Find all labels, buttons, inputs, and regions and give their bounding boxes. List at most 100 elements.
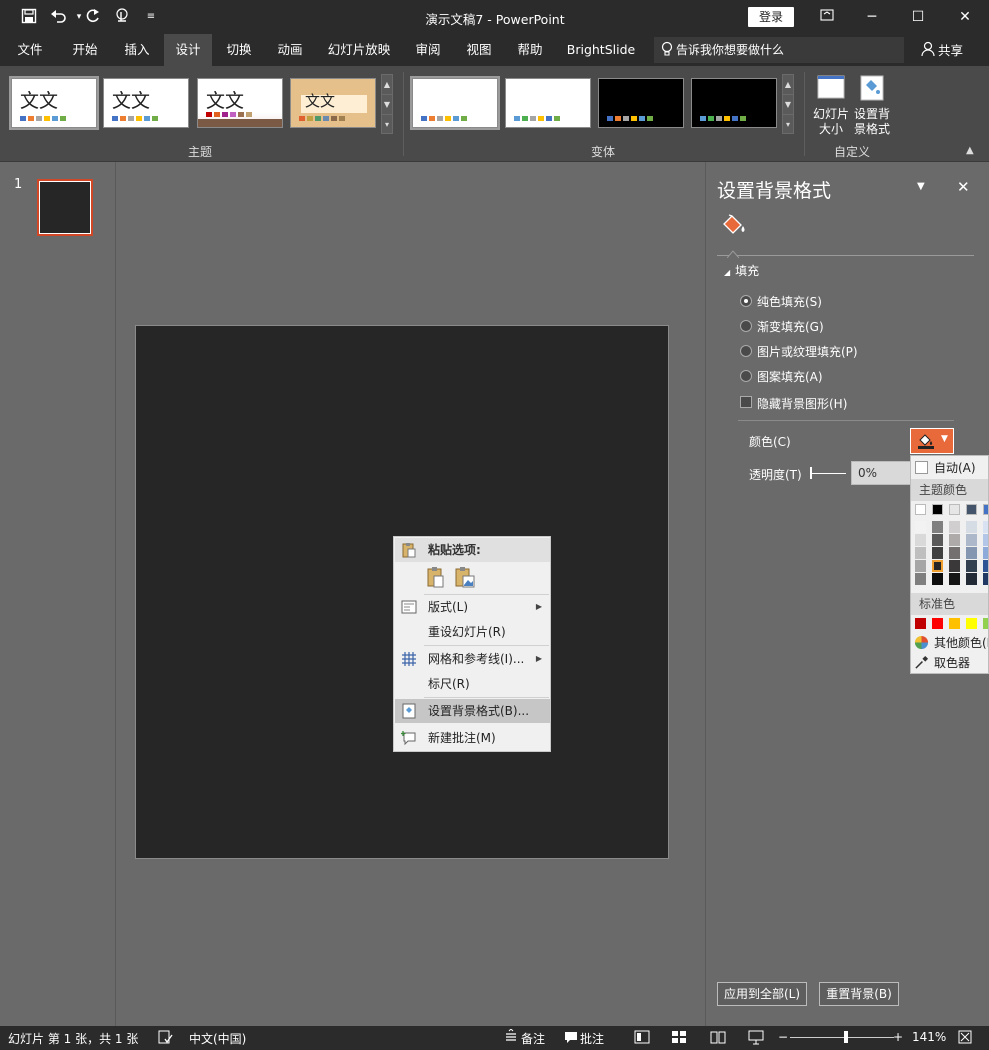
menu-item-grid-guides[interactable]: 网格和参考线(I)... ▶ — [395, 647, 550, 671]
share-button[interactable]: 共享 — [938, 40, 963, 59]
reading-view-icon[interactable] — [710, 1029, 726, 1045]
zoom-out-button[interactable]: − — [778, 1030, 788, 1044]
paste-as-picture-icon[interactable] — [454, 566, 476, 588]
standard-color-swatch[interactable] — [949, 618, 960, 629]
theme-shade-swatch[interactable] — [915, 521, 926, 533]
transparency-slider-track[interactable] — [812, 473, 846, 474]
slide-sorter-view-icon[interactable] — [671, 1029, 687, 1045]
theme-shade-swatch[interactable] — [915, 573, 926, 585]
paste-keep-source-icon[interactable] — [426, 566, 446, 588]
themes-gallery-scroll[interactable]: ▲ ▼ ▾ — [381, 74, 393, 134]
theme-shade-swatch[interactable] — [966, 521, 977, 533]
theme-office[interactable]: 文文 — [9, 76, 99, 130]
eyedropper-option[interactable]: 取色器 — [911, 653, 988, 673]
customize-toolbar-icon[interactable]: ≡ — [142, 8, 160, 26]
theme-shade-swatch[interactable] — [983, 521, 988, 533]
variant-2[interactable] — [505, 78, 591, 128]
radio-solid-fill[interactable] — [740, 295, 752, 307]
theme-shade-swatch[interactable] — [949, 534, 960, 546]
theme-shade-swatch[interactable] — [932, 560, 943, 572]
close-window-icon[interactable]: ✕ — [953, 6, 977, 28]
theme-shade-swatch[interactable] — [915, 560, 926, 572]
radio-picture-fill[interactable] — [740, 345, 752, 357]
ribbon-display-icon[interactable] — [815, 6, 839, 28]
theme-wood[interactable]: 文文 — [290, 78, 376, 128]
save-icon[interactable] — [20, 8, 38, 26]
theme-color-swatch[interactable] — [983, 504, 988, 515]
theme-shade-swatch[interactable] — [983, 560, 988, 572]
menu-item-reset-slide[interactable]: 重设幻灯片(R) — [395, 620, 550, 644]
more-colors-option[interactable]: 其他颜色(M)... — [911, 633, 988, 653]
slide-thumbnail[interactable] — [37, 179, 93, 236]
gallery-up-icon[interactable]: ▲ — [783, 75, 793, 95]
theme-mesh[interactable]: 文文 — [197, 78, 283, 128]
login-button[interactable]: 登录 — [748, 7, 794, 27]
menu-item-format-background[interactable]: 设置背景格式(B)... — [395, 699, 550, 723]
tab-animations[interactable]: 动画 — [267, 34, 313, 66]
pane-options-icon[interactable]: ▼ — [917, 181, 925, 192]
tell-me-search[interactable]: 告诉我你想要做什么 — [654, 37, 904, 63]
slide-size-button[interactable]: 幻灯片大小 — [811, 72, 851, 138]
tab-brightslide[interactable]: BrightSlide — [562, 34, 640, 66]
pane-close-icon[interactable]: ✕ — [957, 178, 970, 196]
menu-item-layout[interactable]: 版式(L) ▶ — [395, 595, 550, 619]
language-status[interactable]: 中文(中国) — [189, 1030, 246, 1047]
tab-slideshow[interactable]: 幻灯片放映 — [322, 34, 396, 66]
standard-color-swatch[interactable] — [932, 618, 943, 629]
gallery-down-icon[interactable]: ▼ — [783, 95, 793, 115]
fit-to-window-icon[interactable] — [957, 1029, 973, 1045]
tab-design[interactable]: 设计 — [164, 34, 212, 66]
theme-shade-swatch[interactable] — [932, 573, 943, 585]
variants-gallery-scroll[interactable]: ▲ ▼ ▾ — [782, 74, 794, 134]
apply-to-all-button[interactable]: 应用到全部(L) — [717, 982, 807, 1006]
zoom-slider-track[interactable] — [790, 1037, 894, 1038]
gallery-down-icon[interactable]: ▼ — [382, 95, 392, 115]
automatic-color-option[interactable]: 自动(A) — [911, 458, 988, 478]
fill-paint-bucket-icon[interactable] — [720, 212, 748, 238]
transparency-input[interactable]: 0% — [851, 461, 911, 485]
gallery-more-icon[interactable]: ▾ — [783, 115, 793, 135]
fill-color-button[interactable]: ▼ — [910, 428, 954, 454]
theme-shade-swatch[interactable] — [966, 534, 977, 546]
variant-3[interactable] — [598, 78, 684, 128]
spellcheck-icon[interactable] — [157, 1029, 173, 1045]
radio-pattern-fill[interactable] — [740, 370, 752, 382]
theme-shade-swatch[interactable] — [915, 534, 926, 546]
theme-shade-swatch[interactable] — [966, 560, 977, 572]
tab-help[interactable]: 帮助 — [507, 34, 553, 66]
notes-button[interactable]: 备注 — [521, 1030, 545, 1047]
theme-color-swatch[interactable] — [949, 504, 960, 515]
undo-icon[interactable] — [50, 8, 68, 26]
gallery-up-icon[interactable]: ▲ — [382, 75, 392, 95]
standard-color-swatch[interactable] — [983, 618, 988, 629]
variant-4[interactable] — [691, 78, 777, 128]
theme-shade-swatch[interactable] — [949, 560, 960, 572]
transparency-slider-thumb[interactable] — [810, 467, 812, 479]
variant-1[interactable] — [410, 76, 500, 130]
theme-shade-swatch[interactable] — [932, 534, 943, 546]
tab-view[interactable]: 视图 — [456, 34, 502, 66]
maximize-icon[interactable]: ☐ — [906, 6, 930, 28]
theme-shade-swatch[interactable] — [949, 573, 960, 585]
tab-transitions[interactable]: 切换 — [216, 34, 262, 66]
zoom-in-button[interactable]: + — [893, 1030, 903, 1044]
theme-color-swatch[interactable] — [915, 504, 926, 515]
comments-button[interactable]: 批注 — [580, 1030, 604, 1047]
theme-shade-swatch[interactable] — [932, 547, 943, 559]
theme-shade-swatch[interactable] — [983, 573, 988, 585]
hide-background-graphics-checkbox[interactable] — [740, 396, 752, 408]
slideshow-view-icon[interactable] — [748, 1029, 764, 1045]
theme-color-swatch[interactable] — [966, 504, 977, 515]
theme-color-swatch[interactable] — [932, 504, 943, 515]
theme-shade-swatch[interactable] — [949, 547, 960, 559]
theme-shade-swatch[interactable] — [949, 521, 960, 533]
menu-item-ruler[interactable]: 标尺(R) — [395, 672, 550, 696]
gallery-more-icon[interactable]: ▾ — [382, 115, 392, 135]
zoom-slider-thumb[interactable] — [844, 1031, 848, 1043]
theme-shade-swatch[interactable] — [966, 547, 977, 559]
tab-review[interactable]: 审阅 — [405, 34, 451, 66]
standard-color-swatch[interactable] — [966, 618, 977, 629]
redo-icon[interactable] — [84, 8, 102, 26]
format-background-button[interactable]: 设置背景格式 — [852, 72, 892, 138]
collapse-ribbon-icon[interactable]: ▲ — [966, 145, 974, 156]
